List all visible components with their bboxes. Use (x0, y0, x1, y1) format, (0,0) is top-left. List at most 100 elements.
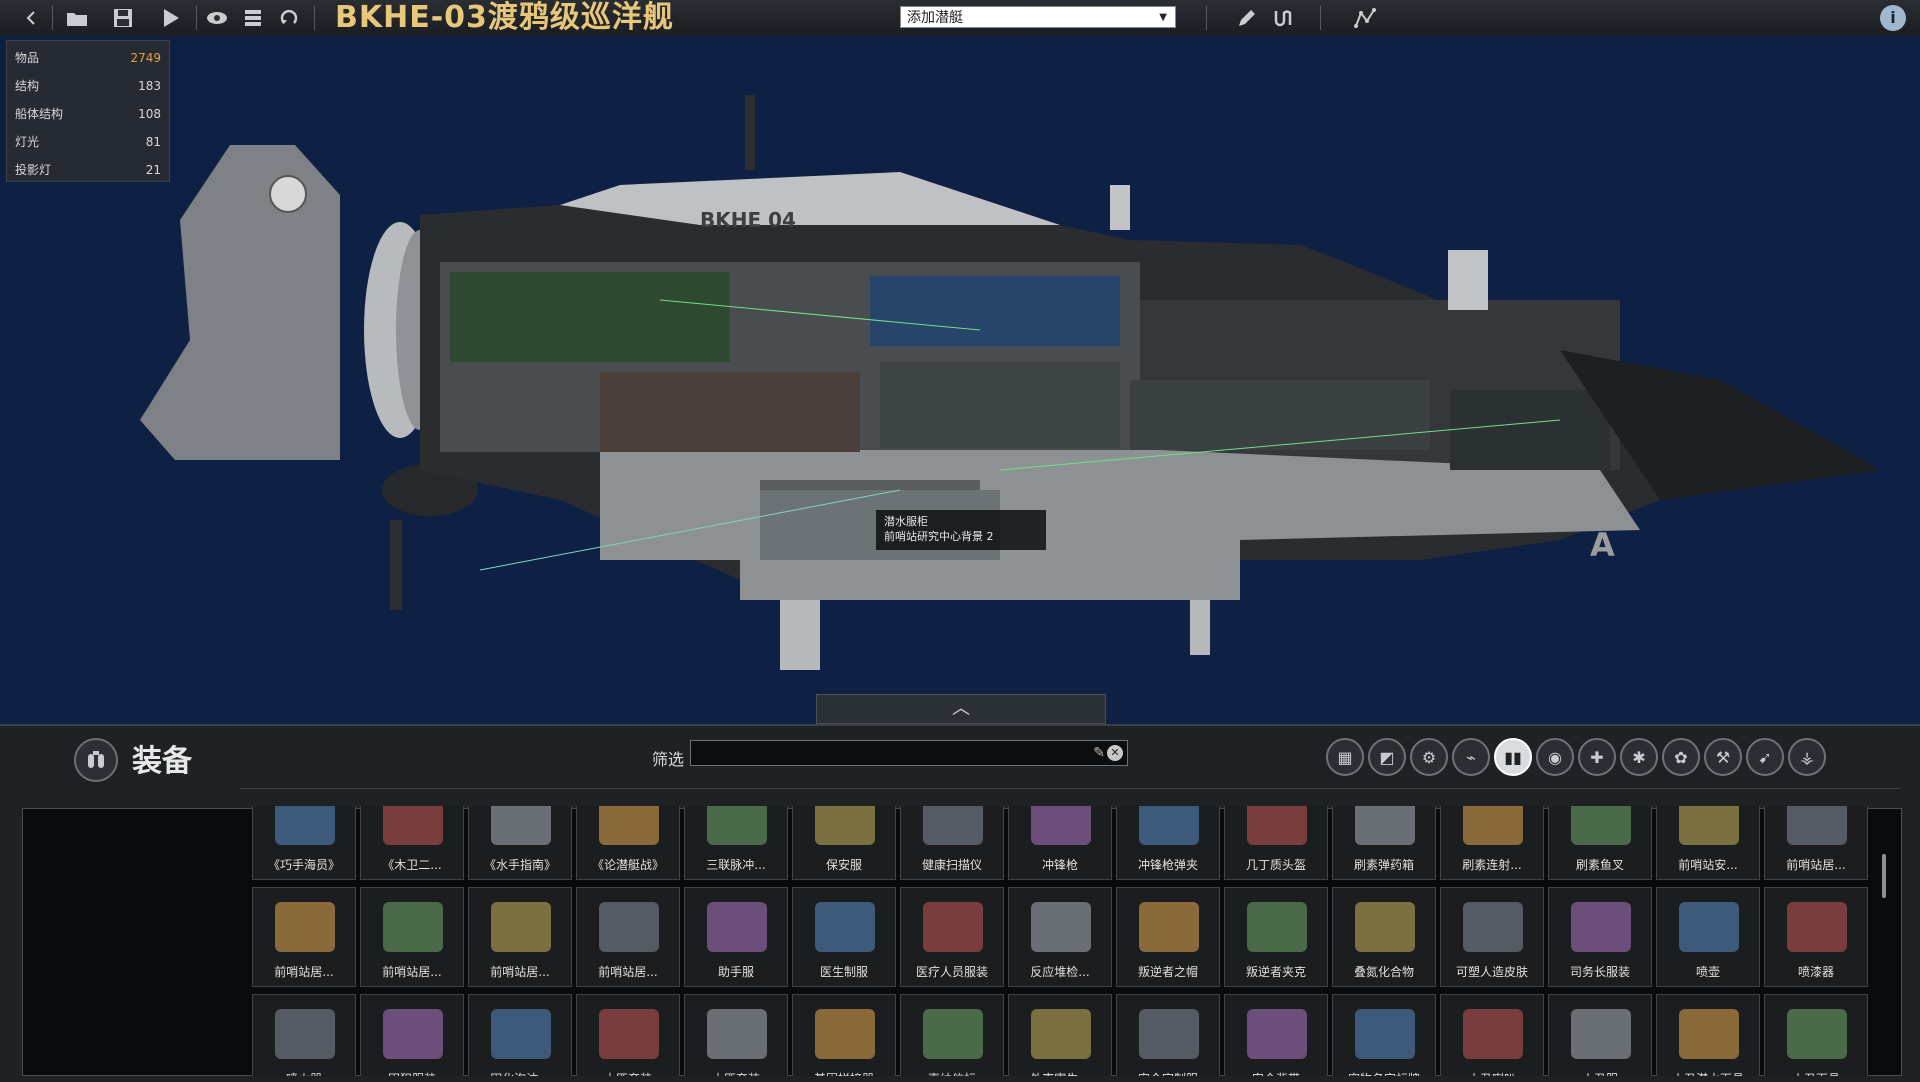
item-label: 土匪套装 (577, 1070, 679, 1076)
item-label: 外壳寄生... (1009, 1070, 1111, 1076)
save-icon[interactable] (108, 3, 138, 33)
open-folder-icon[interactable] (62, 3, 92, 33)
category-machine-button[interactable]: ⚙ (1410, 738, 1448, 776)
category-material-button[interactable]: ✿ (1662, 738, 1700, 776)
back-icon[interactable] (16, 3, 46, 33)
stat-label: 灯光 (15, 135, 40, 149)
wiring-icon[interactable] (1268, 3, 1298, 33)
item-cell[interactable]: 《巧手海员》 (252, 806, 356, 880)
category-medical-button[interactable]: ✚ (1578, 738, 1616, 776)
item-cell[interactable]: 宠物名字标牌 (1332, 994, 1436, 1076)
item-cell[interactable]: 小丑面具 (1764, 994, 1868, 1076)
item-cell[interactable]: 喷漆器 (1764, 887, 1868, 987)
category-tools-button[interactable]: ⚒ (1704, 738, 1742, 776)
category-explosives-button[interactable]: ✱ (1620, 738, 1658, 776)
filter-input[interactable]: ✎ ✕ (690, 740, 1128, 766)
category-equipment-button[interactable]: ▮▮ (1494, 738, 1532, 776)
item-cell[interactable]: 土匪套装 (684, 994, 788, 1076)
item-cell[interactable]: 《木卫二... (360, 806, 464, 880)
item-cell[interactable]: 助手服 (684, 887, 788, 987)
item-cell[interactable]: 叛逆者夹克 (1224, 887, 1328, 987)
category-alien-button[interactable]: ⚶ (1788, 738, 1826, 776)
item-cell[interactable]: 保安服 (792, 806, 896, 880)
stat-label: 投影灯 (15, 163, 52, 177)
item-label: 前哨站居... (1786, 858, 1846, 872)
item-icon (1679, 902, 1739, 952)
item-cell[interactable]: 司务长服装 (1548, 887, 1652, 987)
collapse-panel-button[interactable]: ︿ (816, 694, 1106, 724)
item-icon (275, 806, 335, 845)
item-cell[interactable]: 叛逆者之帽 (1116, 887, 1220, 987)
item-label: 安全官制服 (1117, 1070, 1219, 1076)
waypoint-icon[interactable] (1350, 3, 1380, 33)
item-cell[interactable]: 前哨站居... (360, 887, 464, 987)
item-grid[interactable]: 《巧手海员》 《木卫二... 《水手指南》 《论潜艇战》 三联脉冲... 保安服 健康扫描仪… (252, 806, 1868, 1076)
clear-icon[interactable]: ✕ (1107, 745, 1123, 761)
item-cell[interactable]: 叠氮化合物 (1332, 887, 1436, 987)
info-icon[interactable]: i (1880, 5, 1906, 31)
item-cell[interactable]: 三联脉冲... (684, 806, 788, 880)
item-cell[interactable]: 小丑潜水面具 (1656, 994, 1760, 1076)
pencil-icon[interactable] (1232, 3, 1262, 33)
item-cell[interactable]: 小丑服 (1548, 994, 1652, 1076)
item-label: 囚犯服装 (361, 1070, 463, 1076)
item-cell[interactable]: 声纳信标 (900, 994, 1004, 1076)
item-label: 前哨站安... (1678, 858, 1738, 872)
item-cell[interactable]: 安全背带 (1224, 994, 1328, 1076)
item-cell[interactable]: 前哨站安... (1656, 806, 1760, 880)
item-cell[interactable]: 医生制服 (792, 887, 896, 987)
item-cell[interactable]: 刷素弹药箱 (1332, 806, 1436, 880)
item-cell[interactable]: 前哨站居... (468, 887, 572, 987)
item-cell[interactable]: 固化泡沫... (468, 994, 572, 1076)
item-icon (1571, 1009, 1631, 1059)
item-grid-scrollbar[interactable] (1880, 810, 1888, 1072)
category-all-button[interactable]: ▦ (1326, 738, 1364, 776)
entity-count-panel: 物品 2749 结构 183 船体结构 108 灯光 81 投影灯 21 (6, 40, 170, 182)
item-cell[interactable]: 土匪套装 (576, 994, 680, 1076)
item-cell[interactable]: 《论潜艇战》 (576, 806, 680, 880)
item-cell[interactable]: 冲锋枪弹夹 (1116, 806, 1220, 880)
item-cell[interactable]: 囚犯服装 (360, 994, 464, 1076)
category-electrical-button[interactable]: ⌁ (1452, 738, 1490, 776)
category-weapons-button[interactable]: ➹ (1746, 738, 1784, 776)
item-icon (275, 1009, 335, 1059)
item-cell[interactable]: 刷素鱼叉 (1548, 806, 1652, 880)
item-cell[interactable]: 基因拼接器 (792, 994, 896, 1076)
item-label: 司务长服装 (1569, 965, 1630, 979)
item-label: 声纳信标 (901, 1070, 1003, 1076)
item-label: 固化泡沫... (469, 1070, 571, 1076)
item-icon (923, 806, 983, 845)
item-cell[interactable]: 前哨站居... (576, 887, 680, 987)
item-cell[interactable]: 喷壶 (1656, 887, 1760, 987)
item-cell[interactable]: 安全官制服 (1116, 994, 1220, 1076)
category-diving-button[interactable]: ◉ (1536, 738, 1574, 776)
item-cell[interactable]: 外壳寄生... (1008, 994, 1112, 1076)
item-cell[interactable]: 可塑人造皮肤 (1440, 887, 1544, 987)
item-label: 冲锋枪 (1041, 858, 1078, 872)
item-cell[interactable]: 小丑喇叭 (1440, 994, 1544, 1076)
item-cell[interactable]: 健康扫描仪 (900, 806, 1004, 880)
item-cell[interactable]: 医疗人员服装 (900, 887, 1004, 987)
item-label: 喷漆器 (1797, 965, 1834, 979)
item-label: 刷素弹药箱 (1353, 858, 1414, 872)
add-submarine-dropdown[interactable]: 添加潜艇 ▼ (900, 6, 1176, 28)
item-cell[interactable]: 刷素连射... (1440, 806, 1544, 880)
play-icon[interactable] (156, 3, 186, 33)
undo-icon[interactable] (274, 3, 304, 33)
scrollbar-thumb[interactable] (1882, 854, 1886, 898)
item-icon (491, 902, 551, 952)
item-cell[interactable]: 几丁质头盔 (1224, 806, 1328, 880)
layers-icon[interactable] (238, 3, 268, 33)
stat-value: 108 (138, 107, 161, 121)
item-cell[interactable]: 喷火器 (252, 994, 356, 1076)
item-icon (707, 806, 767, 845)
item-cell[interactable]: 冲锋枪 (1008, 806, 1112, 880)
item-cell[interactable]: 反应堆检... (1008, 887, 1112, 987)
item-cell[interactable]: 前哨站居... (1764, 806, 1868, 880)
item-cell[interactable]: 前哨站居... (252, 887, 356, 987)
visibility-icon[interactable] (202, 3, 232, 33)
category-structure-button[interactable]: ◩ (1368, 738, 1406, 776)
submarine-editor-canvas[interactable]: BKHE 04 A 潜水服柜 前哨站研究中心背景 2 (0, 36, 1920, 724)
item-cell[interactable]: 《水手指南》 (468, 806, 572, 880)
item-label: 反应堆检... (1030, 965, 1090, 979)
